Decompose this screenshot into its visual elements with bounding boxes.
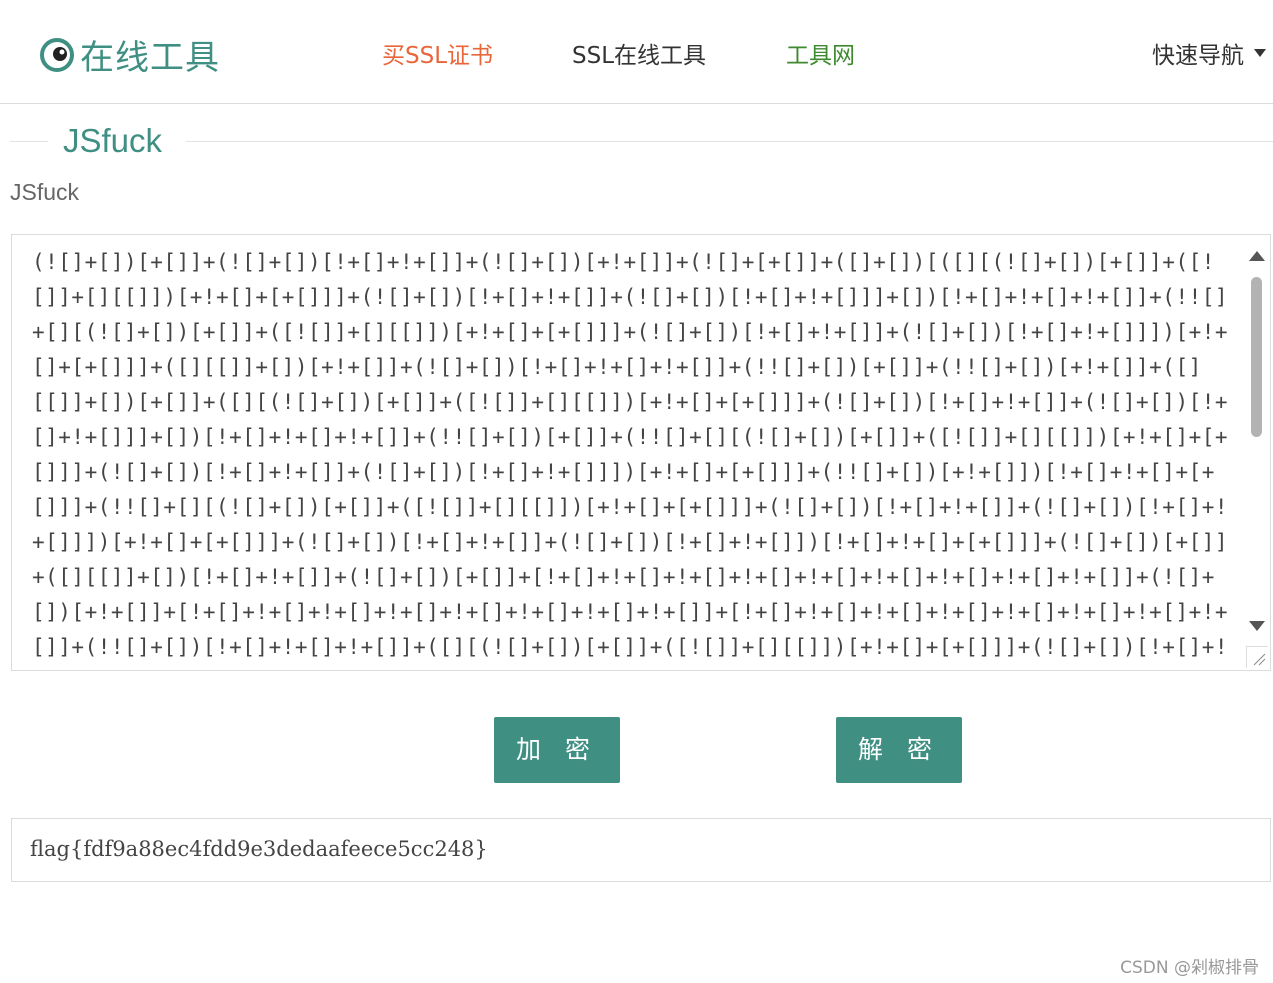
encrypt-button[interactable]: 加 密 bbox=[494, 717, 620, 783]
scrollbar-thumb[interactable] bbox=[1251, 277, 1262, 437]
logo-text: 在线工具 bbox=[80, 38, 220, 78]
nav-ssl-tools[interactable]: SSL在线工具 bbox=[572, 36, 706, 70]
section-divider-left bbox=[10, 141, 48, 142]
jsfuck-input-textarea[interactable]: (![]+[])[+[]]+(![]+[])[!+[]+!+[]]+(![]+[… bbox=[11, 234, 1271, 671]
section-divider-right bbox=[186, 141, 1273, 142]
result-text: flag{fdf9a88ec4fdd9e3dedaafeece5cc248} bbox=[30, 837, 488, 861]
logo-eye-icon bbox=[40, 37, 74, 72]
nav-buy-ssl[interactable]: 买SSL证书 bbox=[382, 36, 493, 70]
csdn-watermark: CSDN @剁椒排骨 bbox=[1120, 958, 1259, 978]
page-subtitle: JSfuck bbox=[10, 179, 80, 205]
nav-quick-navigation[interactable]: 快速导航 bbox=[1152, 36, 1266, 70]
site-logo[interactable]: 在线工具 bbox=[40, 30, 220, 79]
decrypt-button[interactable]: 解 密 bbox=[836, 717, 962, 783]
nav-tools-site[interactable]: 工具网 bbox=[786, 36, 855, 70]
scroll-down-arrow-icon[interactable] bbox=[1249, 621, 1265, 631]
page-title: JSfuck bbox=[63, 122, 163, 159]
result-output-field[interactable]: flag{fdf9a88ec4fdd9e3dedaafeece5cc248} bbox=[11, 818, 1271, 882]
scroll-up-arrow-icon[interactable] bbox=[1249, 251, 1265, 261]
textarea-scrollbar[interactable] bbox=[1248, 245, 1265, 645]
resize-grip-icon bbox=[1253, 653, 1266, 666]
jsfuck-code-text[interactable]: (![]+[])[+[]]+(![]+[])[!+[]+!+[]]+(![]+[… bbox=[32, 245, 1232, 665]
resize-handle[interactable] bbox=[1246, 646, 1268, 668]
quick-nav-label: 快速导航 bbox=[1152, 43, 1244, 69]
caret-down-icon bbox=[1254, 49, 1266, 57]
top-header: 在线工具 买SSL证书 SSL在线工具 工具网 快速导航 bbox=[0, 0, 1273, 104]
